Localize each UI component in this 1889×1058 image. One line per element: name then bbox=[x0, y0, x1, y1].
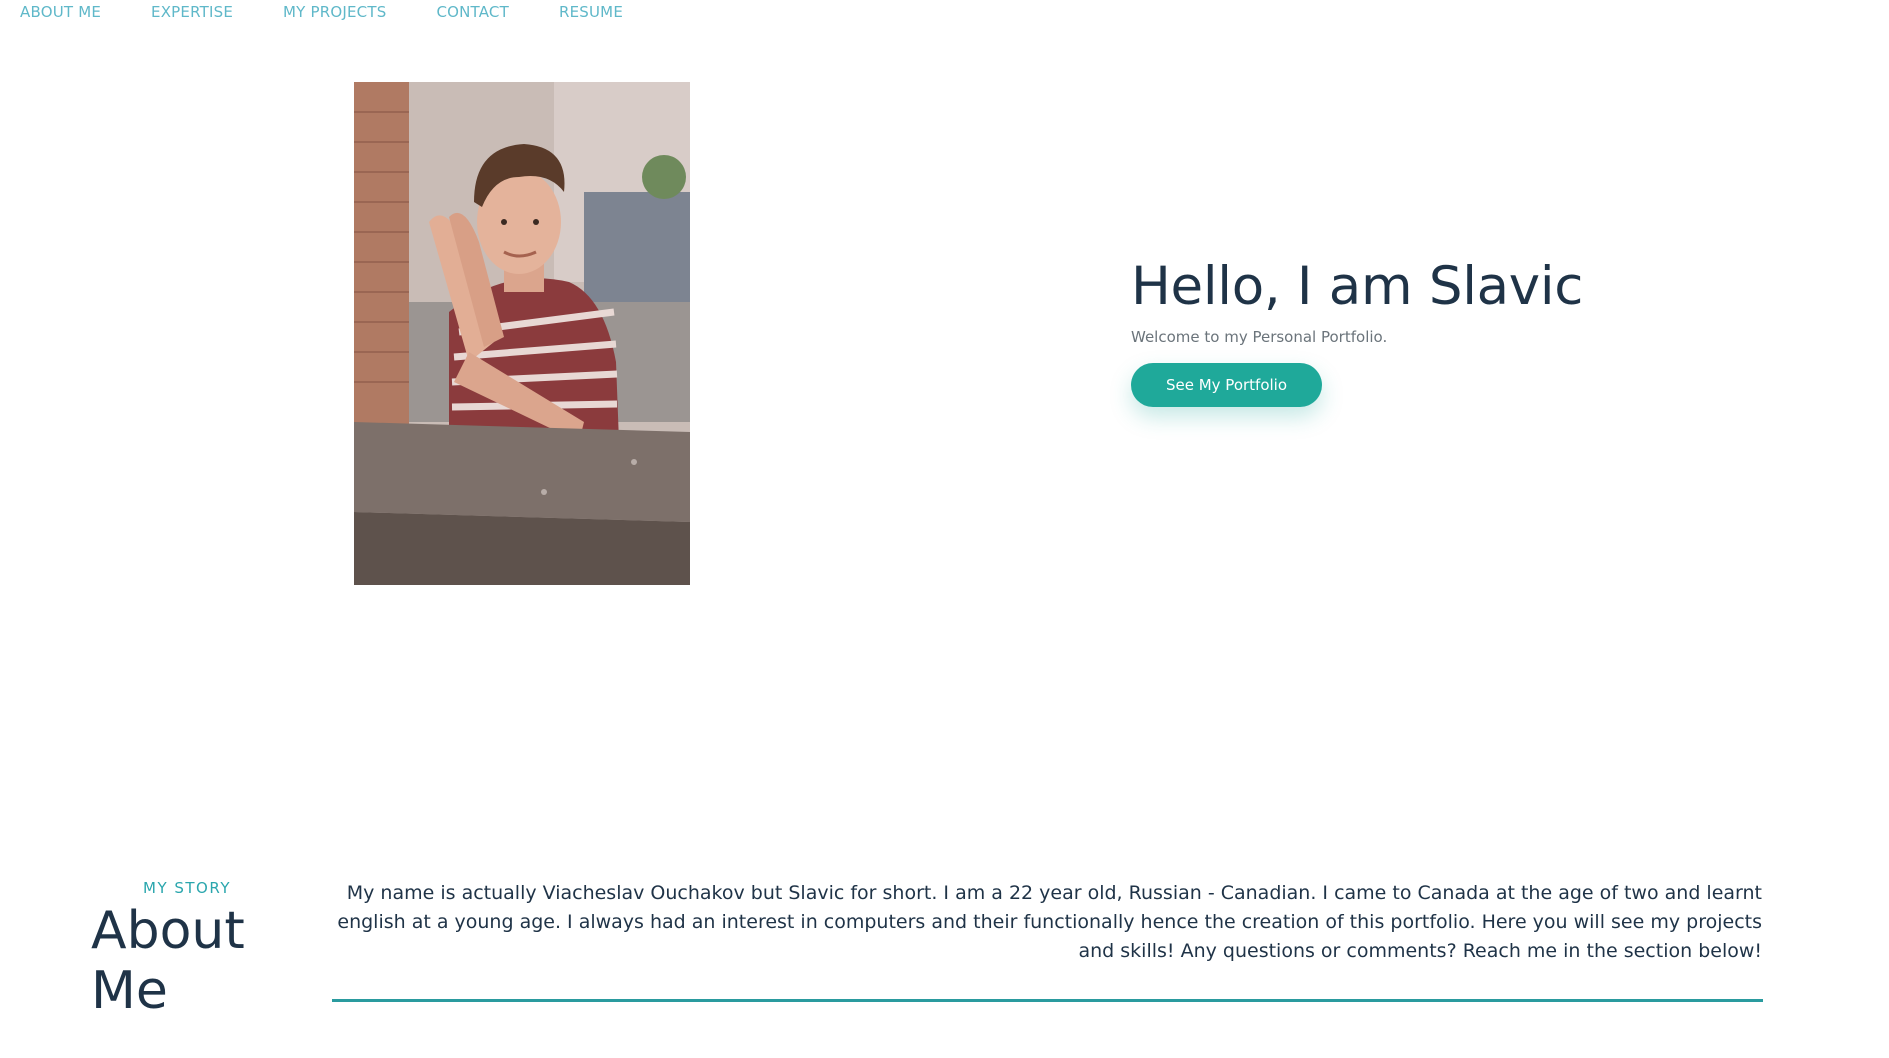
about-me-heading: About Me bbox=[91, 901, 245, 1021]
nav-expertise[interactable]: EXPERTISE bbox=[151, 3, 233, 21]
portfolio-page: ABOUT ME EXPERTISE MY PROJECTS CONTACT R… bbox=[0, 0, 1889, 1058]
see-portfolio-button[interactable]: See My Portfolio bbox=[1131, 363, 1322, 408]
about-me-text: My name is actually Viacheslav Ouchakov … bbox=[337, 882, 1762, 962]
nav-contact[interactable]: CONTACT bbox=[436, 3, 509, 21]
nav-resume[interactable]: RESUME bbox=[559, 3, 623, 21]
nav-about-me[interactable]: ABOUT ME bbox=[20, 3, 101, 21]
profile-photo bbox=[354, 82, 690, 585]
my-story-label: MY STORY bbox=[143, 879, 231, 897]
hero-subtitle: Welcome to my Personal Portfolio. bbox=[1131, 328, 1388, 347]
top-nav: ABOUT ME EXPERTISE MY PROJECTS CONTACT R… bbox=[20, 3, 673, 21]
nav-my-projects[interactable]: MY PROJECTS bbox=[283, 3, 386, 21]
hero-intro: Hello, I am Slavic Welcome to my Persona… bbox=[1131, 256, 1584, 408]
hero-title: Hello, I am Slavic bbox=[1131, 256, 1584, 317]
divider bbox=[332, 999, 1763, 1002]
